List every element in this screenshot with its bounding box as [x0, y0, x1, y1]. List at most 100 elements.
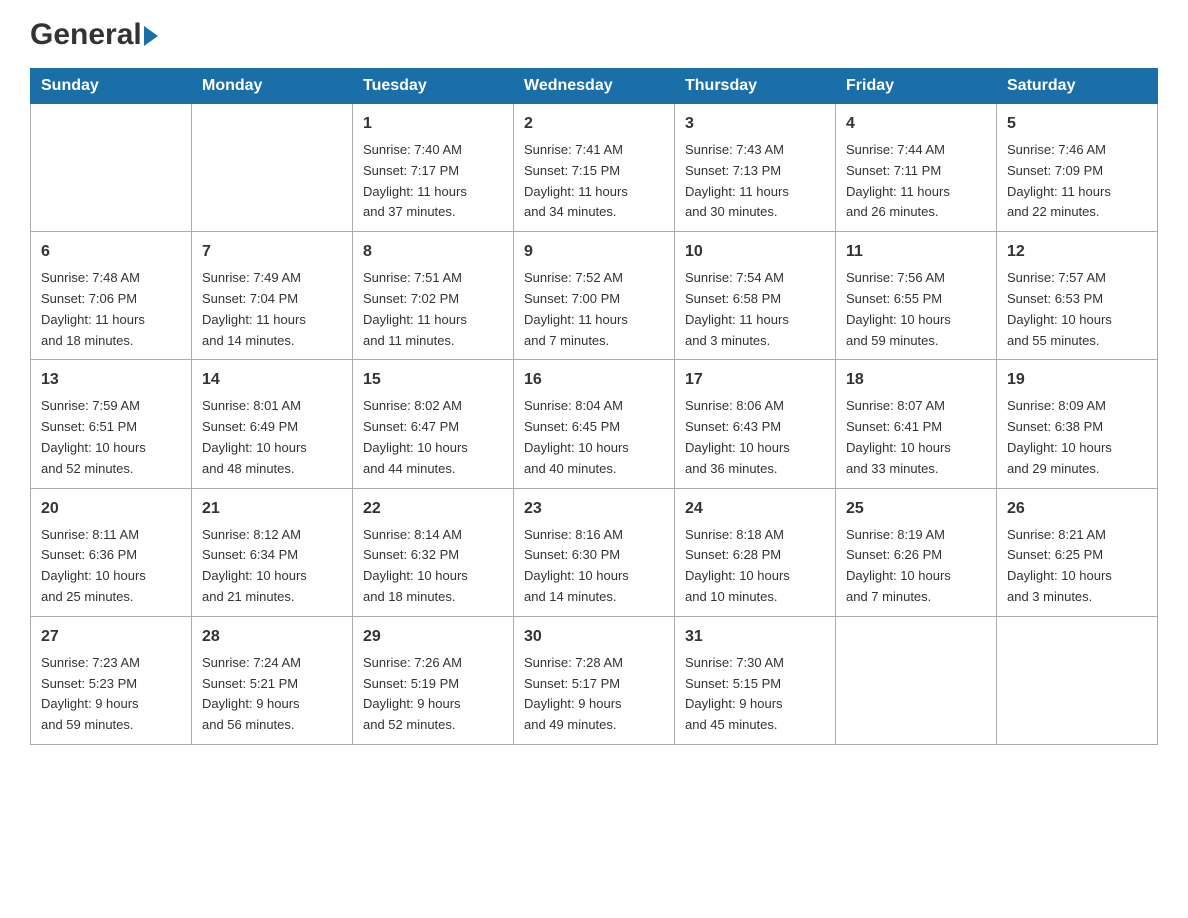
- day-info: Sunrise: 7:23 AM Sunset: 5:23 PM Dayligh…: [41, 653, 181, 736]
- day-number: 24: [685, 497, 825, 521]
- day-number: 12: [1007, 240, 1147, 264]
- day-number: 5: [1007, 112, 1147, 136]
- day-info: Sunrise: 7:49 AM Sunset: 7:04 PM Dayligh…: [202, 268, 342, 351]
- day-number: 3: [685, 112, 825, 136]
- calendar-week-4: 20 Sunrise: 8:11 AM Sunset: 6:36 PM Dayli…: [31, 488, 1158, 616]
- calendar-cell: 3Sunrise: 7:43 AM Sunset: 7:13 PM Daylig…: [675, 104, 836, 232]
- calendar-cell: 4 Sunrise: 7:44 AM Sunset: 7:11 PM Daylig…: [836, 104, 997, 232]
- calendar-cell: 22 Sunrise: 8:14 AM Sunset: 6:32 PM Dayli…: [353, 488, 514, 616]
- calendar-cell: 5 Sunrise: 7:46 AM Sunset: 7:09 PM Daylig…: [997, 104, 1158, 232]
- day-number: 16: [524, 368, 664, 392]
- day-number: 30: [524, 625, 664, 649]
- logo: General: [30, 20, 158, 48]
- calendar-cell: 8 Sunrise: 7:51 AM Sunset: 7:02 PM Daylig…: [353, 232, 514, 360]
- day-info: Sunrise: 8:21 AM Sunset: 6:25 PM Dayligh…: [1007, 525, 1147, 608]
- calendar-header-thursday: Thursday: [675, 69, 836, 104]
- day-info: Sunrise: 8:04 AM Sunset: 6:45 PM Dayligh…: [524, 396, 664, 479]
- day-number: 15: [363, 368, 503, 392]
- day-number: 21: [202, 497, 342, 521]
- calendar-cell: 17Sunrise: 8:06 AM Sunset: 6:43 PM Dayli…: [675, 360, 836, 488]
- day-info: Sunrise: 8:11 AM Sunset: 6:36 PM Dayligh…: [41, 525, 181, 608]
- day-number: 10: [685, 240, 825, 264]
- day-number: 9: [524, 240, 664, 264]
- day-info: Sunrise: 7:24 AM Sunset: 5:21 PM Dayligh…: [202, 653, 342, 736]
- day-info: Sunrise: 8:16 AM Sunset: 6:30 PM Dayligh…: [524, 525, 664, 608]
- day-info: Sunrise: 7:56 AM Sunset: 6:55 PM Dayligh…: [846, 268, 986, 351]
- day-info: Sunrise: 7:28 AM Sunset: 5:17 PM Dayligh…: [524, 653, 664, 736]
- day-number: 22: [363, 497, 503, 521]
- day-number: 31: [685, 625, 825, 649]
- day-number: 25: [846, 497, 986, 521]
- calendar-header-saturday: Saturday: [997, 69, 1158, 104]
- calendar-cell: 30 Sunrise: 7:28 AM Sunset: 5:17 PM Dayli…: [514, 616, 675, 744]
- day-number: 7: [202, 240, 342, 264]
- calendar-cell: [31, 104, 192, 232]
- day-number: 27: [41, 625, 181, 649]
- calendar-header-wednesday: Wednesday: [514, 69, 675, 104]
- calendar-cell: 26 Sunrise: 8:21 AM Sunset: 6:25 PM Dayli…: [997, 488, 1158, 616]
- calendar-cell: 19Sunrise: 8:09 AM Sunset: 6:38 PM Dayli…: [997, 360, 1158, 488]
- calendar-cell: 10Sunrise: 7:54 AM Sunset: 6:58 PM Dayli…: [675, 232, 836, 360]
- day-info: Sunrise: 7:48 AM Sunset: 7:06 PM Dayligh…: [41, 268, 181, 351]
- calendar-week-2: 6 Sunrise: 7:48 AM Sunset: 7:06 PM Daylig…: [31, 232, 1158, 360]
- calendar-cell: 20 Sunrise: 8:11 AM Sunset: 6:36 PM Dayli…: [31, 488, 192, 616]
- day-info: Sunrise: 8:12 AM Sunset: 6:34 PM Dayligh…: [202, 525, 342, 608]
- day-number: 14: [202, 368, 342, 392]
- day-info: Sunrise: 8:14 AM Sunset: 6:32 PM Dayligh…: [363, 525, 503, 608]
- day-number: 6: [41, 240, 181, 264]
- calendar-cell: 23 Sunrise: 8:16 AM Sunset: 6:30 PM Dayli…: [514, 488, 675, 616]
- calendar-cell: 2 Sunrise: 7:41 AM Sunset: 7:15 PM Daylig…: [514, 104, 675, 232]
- day-info: Sunrise: 8:18 AM Sunset: 6:28 PM Dayligh…: [685, 525, 825, 608]
- calendar-week-5: 27 Sunrise: 7:23 AM Sunset: 5:23 PM Dayli…: [31, 616, 1158, 744]
- day-info: Sunrise: 7:52 AM Sunset: 7:00 PM Dayligh…: [524, 268, 664, 351]
- calendar-cell: 9 Sunrise: 7:52 AM Sunset: 7:00 PM Daylig…: [514, 232, 675, 360]
- day-number: 29: [363, 625, 503, 649]
- logo-arrow-icon: [144, 26, 158, 46]
- day-number: 2: [524, 112, 664, 136]
- page-header: General: [30, 20, 1158, 48]
- day-info: Sunrise: 7:51 AM Sunset: 7:02 PM Dayligh…: [363, 268, 503, 351]
- day-info: Sunrise: 8:02 AM Sunset: 6:47 PM Dayligh…: [363, 396, 503, 479]
- calendar-cell: 15 Sunrise: 8:02 AM Sunset: 6:47 PM Dayli…: [353, 360, 514, 488]
- day-number: 4: [846, 112, 986, 136]
- day-info: Sunrise: 8:01 AM Sunset: 6:49 PM Dayligh…: [202, 396, 342, 479]
- calendar-header-row: SundayMondayTuesdayWednesdayThursdayFrid…: [31, 69, 1158, 104]
- day-info: Sunrise: 7:44 AM Sunset: 7:11 PM Dayligh…: [846, 140, 986, 223]
- calendar-cell: 16 Sunrise: 8:04 AM Sunset: 6:45 PM Dayli…: [514, 360, 675, 488]
- day-info: Sunrise: 8:19 AM Sunset: 6:26 PM Dayligh…: [846, 525, 986, 608]
- day-number: 18: [846, 368, 986, 392]
- day-info: Sunrise: 7:57 AM Sunset: 6:53 PM Dayligh…: [1007, 268, 1147, 351]
- calendar-header-friday: Friday: [836, 69, 997, 104]
- calendar-cell: 28 Sunrise: 7:24 AM Sunset: 5:21 PM Dayli…: [192, 616, 353, 744]
- calendar-cell: 12 Sunrise: 7:57 AM Sunset: 6:53 PM Dayli…: [997, 232, 1158, 360]
- day-info: Sunrise: 7:41 AM Sunset: 7:15 PM Dayligh…: [524, 140, 664, 223]
- day-number: 1: [363, 112, 503, 136]
- calendar-cell: 18Sunrise: 8:07 AM Sunset: 6:41 PM Dayli…: [836, 360, 997, 488]
- day-number: 8: [363, 240, 503, 264]
- day-number: 23: [524, 497, 664, 521]
- day-number: 20: [41, 497, 181, 521]
- calendar-cell: 1Sunrise: 7:40 AM Sunset: 7:17 PM Daylig…: [353, 104, 514, 232]
- day-number: 17: [685, 368, 825, 392]
- day-number: 28: [202, 625, 342, 649]
- calendar-cell: [997, 616, 1158, 744]
- calendar-header-tuesday: Tuesday: [353, 69, 514, 104]
- calendar-cell: 27 Sunrise: 7:23 AM Sunset: 5:23 PM Dayli…: [31, 616, 192, 744]
- calendar-cell: 24 Sunrise: 8:18 AM Sunset: 6:28 PM Dayli…: [675, 488, 836, 616]
- logo-line1: General: [30, 20, 158, 50]
- calendar-header-monday: Monday: [192, 69, 353, 104]
- calendar-cell: [836, 616, 997, 744]
- calendar-cell: [192, 104, 353, 232]
- calendar-table: SundayMondayTuesdayWednesdayThursdayFrid…: [30, 68, 1158, 745]
- day-info: Sunrise: 7:30 AM Sunset: 5:15 PM Dayligh…: [685, 653, 825, 736]
- day-info: Sunrise: 7:26 AM Sunset: 5:19 PM Dayligh…: [363, 653, 503, 736]
- day-number: 26: [1007, 497, 1147, 521]
- calendar-cell: 11 Sunrise: 7:56 AM Sunset: 6:55 PM Dayli…: [836, 232, 997, 360]
- day-number: 19: [1007, 368, 1147, 392]
- day-number: 13: [41, 368, 181, 392]
- calendar-cell: 7 Sunrise: 7:49 AM Sunset: 7:04 PM Daylig…: [192, 232, 353, 360]
- day-number: 11: [846, 240, 986, 264]
- calendar-cell: 21 Sunrise: 8:12 AM Sunset: 6:34 PM Dayli…: [192, 488, 353, 616]
- day-info: Sunrise: 7:46 AM Sunset: 7:09 PM Dayligh…: [1007, 140, 1147, 223]
- calendar-cell: 6 Sunrise: 7:48 AM Sunset: 7:06 PM Daylig…: [31, 232, 192, 360]
